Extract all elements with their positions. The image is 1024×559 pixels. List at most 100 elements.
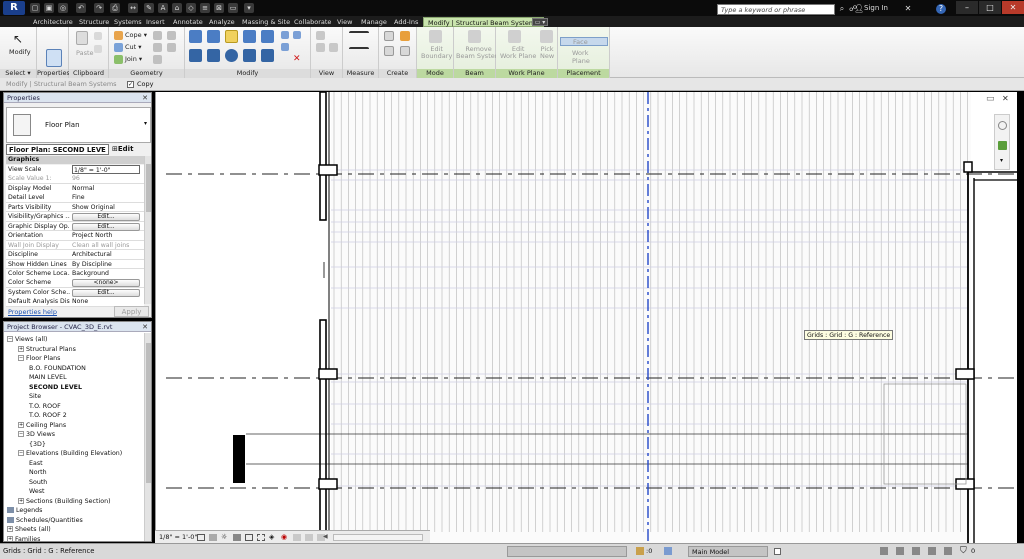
copy-checkbox[interactable]: ✓ xyxy=(127,81,134,88)
close-browser-icon[interactable]: ✕ xyxy=(142,322,148,332)
customize-qat-icon[interactable]: ▾ xyxy=(244,3,254,13)
edit-work-plane-icon[interactable] xyxy=(508,30,521,43)
move-icon[interactable] xyxy=(189,49,202,62)
property-edit-button[interactable]: Edit... xyxy=(72,222,140,231)
property-row[interactable]: Graphic Display Op... Edit... xyxy=(6,221,144,232)
section-icon[interactable]: ◇ xyxy=(186,3,196,13)
scale-icon[interactable] xyxy=(281,31,289,39)
browser-item[interactable]: − Elevations (Building Elevation) xyxy=(18,449,122,459)
maximize-button[interactable]: □ xyxy=(979,1,1001,14)
select-underlay-icon[interactable] xyxy=(896,547,904,555)
wall-joins-icon[interactable] xyxy=(153,43,162,52)
filter-icon[interactable]: ⛉ xyxy=(960,546,967,556)
property-row[interactable]: View Scale 1/8" = 1'-0" xyxy=(6,165,144,175)
tab-systems[interactable]: Systems xyxy=(114,17,142,27)
worksets-dropdown[interactable] xyxy=(507,546,627,557)
property-row[interactable]: Color Scheme <none> xyxy=(6,278,144,289)
properties-icon[interactable] xyxy=(46,49,62,67)
horizontal-scrollbar[interactable] xyxy=(333,534,423,541)
mirror-axis-icon[interactable] xyxy=(225,30,238,43)
paint-icon[interactable] xyxy=(153,31,162,40)
browser-item[interactable]: + Families xyxy=(7,535,40,541)
exchange-icon[interactable]: ✕ xyxy=(903,4,913,14)
sign-in-button[interactable]: Sign In xyxy=(864,4,888,12)
face-option[interactable]: Face xyxy=(560,37,608,46)
nav-options-icon[interactable]: ▾ xyxy=(1000,157,1003,164)
measure-icon[interactable]: ↔ xyxy=(128,3,138,13)
design-option-dropdown[interactable]: Main Model xyxy=(688,546,768,557)
expand-icon[interactable]: + xyxy=(7,535,13,541)
browser-item[interactable]: South xyxy=(29,478,47,488)
property-row[interactable]: Display Model Normal xyxy=(6,183,144,194)
close-button[interactable]: ✕ xyxy=(1002,1,1024,14)
edit-boundary-icon[interactable] xyxy=(429,30,442,43)
browser-item[interactable]: + Sheets (all) xyxy=(7,525,51,535)
tab-insert[interactable]: Insert xyxy=(146,17,165,27)
property-row[interactable]: Parts Visibility Show Original xyxy=(6,202,144,213)
shadows-icon[interactable] xyxy=(233,534,241,541)
browser-item[interactable]: −3D Views xyxy=(18,430,55,440)
split-icon[interactable] xyxy=(261,30,274,43)
cut-geometry-icon[interactable] xyxy=(114,43,123,52)
worksharing-display-icon[interactable] xyxy=(293,534,301,541)
user-icon[interactable]: 👤︎ xyxy=(854,4,864,14)
property-row[interactable]: Color Scheme Loca... Background xyxy=(6,268,144,279)
array-icon[interactable] xyxy=(261,49,274,62)
floor-plan-drawing[interactable] xyxy=(156,92,1017,544)
align-icon[interactable] xyxy=(189,30,202,43)
browser-item[interactable]: + Sections (Building Section) xyxy=(18,497,111,507)
visual-style-icon[interactable] xyxy=(209,534,217,541)
cope-icon[interactable] xyxy=(114,31,123,40)
collapse-icon[interactable]: − xyxy=(18,355,24,361)
editing-requests-icon[interactable] xyxy=(636,547,644,555)
modify-cursor-icon[interactable]: ↖ xyxy=(13,32,23,46)
close-view-icon[interactable]: ✕ xyxy=(1002,94,1009,103)
tab-view[interactable]: View xyxy=(337,17,352,27)
create-assembly-icon[interactable] xyxy=(384,31,394,41)
override-graphics-icon[interactable] xyxy=(316,31,325,40)
work-plane-option[interactable]: Work Plane xyxy=(560,49,608,65)
collapse-icon[interactable]: − xyxy=(18,450,24,456)
browser-item[interactable]: West xyxy=(29,487,44,497)
view-scale[interactable]: 1/8" = 1'-0" xyxy=(159,533,197,541)
aligned-dimension-icon[interactable] xyxy=(349,47,369,54)
browser-item[interactable]: − Views (all) xyxy=(7,335,48,345)
expand-icon[interactable]: + xyxy=(18,497,24,504)
save-icon[interactable]: ▣ xyxy=(44,3,54,13)
copy-icon[interactable] xyxy=(94,45,102,53)
create-similar-icon[interactable] xyxy=(384,46,394,56)
copy-element-icon[interactable] xyxy=(207,49,220,62)
active-design-option-icon[interactable] xyxy=(664,547,672,555)
tag-icon[interactable]: ✎ xyxy=(144,3,154,13)
view-instance-dropdown[interactable]: Floor Plan: SECOND LEVE xyxy=(6,144,109,155)
browser-scrollbar[interactable] xyxy=(144,333,151,541)
trim-icon[interactable] xyxy=(243,49,256,62)
browser-item[interactable]: T.O. ROOF 2 xyxy=(29,411,67,421)
tab-architecture[interactable]: Architecture xyxy=(33,17,73,27)
browser-item[interactable]: T.O. ROOF xyxy=(29,402,61,412)
browser-item[interactable]: North xyxy=(29,468,47,478)
property-edit-button[interactable]: Edit... xyxy=(72,213,140,222)
property-row[interactable]: Show Hidden Lines By Discipline xyxy=(6,259,144,270)
collapse-icon[interactable]: − xyxy=(7,336,13,342)
tab-add-ins[interactable]: Add-Ins xyxy=(394,17,418,27)
tab-collaborate[interactable]: Collaborate xyxy=(294,17,331,27)
linework-icon[interactable] xyxy=(329,43,338,52)
browser-item[interactable]: East xyxy=(29,459,43,469)
drag-elements-icon[interactable] xyxy=(944,547,952,555)
property-row[interactable]: Visibility/Graphics ... Edit... xyxy=(6,212,144,222)
browser-item[interactable]: SECOND LEVEL xyxy=(29,383,82,393)
reveal-hidden-icon[interactable]: ◉ xyxy=(281,533,287,541)
modify-button-label[interactable]: Modify xyxy=(9,48,31,56)
hide-icon[interactable] xyxy=(316,43,325,52)
select-links-icon[interactable] xyxy=(880,547,888,555)
property-row[interactable]: Wall Join Display Clean all wall joins xyxy=(6,240,144,251)
text-icon[interactable]: A xyxy=(158,3,168,13)
sync-icon[interactable]: ◎ xyxy=(58,3,68,13)
search-input[interactable]: Type a keyword or phrase xyxy=(717,4,835,15)
expand-icon[interactable]: + xyxy=(18,345,24,352)
type-selector[interactable]: Floor Plan ▾ xyxy=(6,107,151,143)
crop-view-icon[interactable] xyxy=(245,534,253,541)
tab-modify-structural-beam-systems[interactable]: Modify | Structural Beam Systems xyxy=(423,17,544,27)
exclude-options-checkbox[interactable] xyxy=(774,548,781,555)
